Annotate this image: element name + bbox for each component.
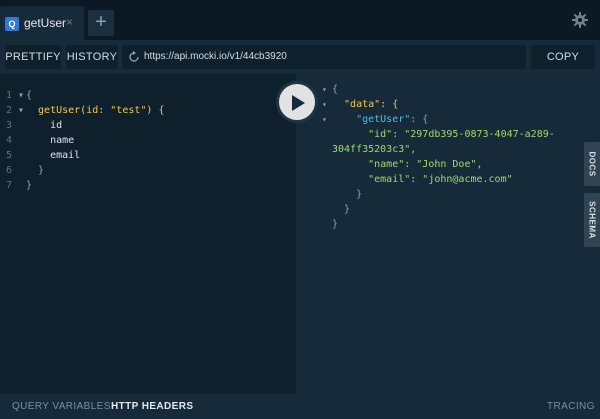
fold-arrow-icon[interactable]: ▾ — [12, 105, 24, 116]
history-button[interactable]: HISTORY — [66, 45, 118, 69]
docs-tab[interactable]: DOCS — [584, 142, 600, 186]
result-fold-gutter: ▾ ▾ ▾ — [322, 82, 327, 127]
query-text[interactable]: { getUser(id: "test") { id name email } … — [26, 88, 164, 193]
query-variables-tab[interactable]: QUERY VARIABLES — [12, 401, 111, 412]
result-line: "data": { — [332, 99, 399, 110]
footer-bar: QUERY VARIABLES HTTP HEADERS TRACING — [0, 394, 600, 419]
query-badge: Q — [5, 17, 19, 31]
code-line: } — [26, 180, 33, 191]
result-line: } — [332, 204, 351, 215]
gear-icon[interactable] — [572, 12, 588, 28]
close-icon[interactable]: × — [66, 15, 73, 29]
schema-tab[interactable]: SCHEMA — [584, 193, 600, 247]
endpoint-url-bar[interactable]: https://api.mocki.io/v1/44cb3920 — [122, 45, 526, 69]
result-line: "name": "John Doe", — [332, 159, 483, 170]
tracing-tab[interactable]: TRACING — [547, 401, 595, 412]
copy-curl-button[interactable]: COPY CURL — [531, 45, 595, 87]
result-line: "getUser": { — [332, 114, 429, 125]
toolbar: PRETTIFY HISTORY https://api.mocki.io/v1… — [0, 40, 600, 87]
line-numbers: 1 ▾ 2 ▾ 3 4 5 6 7 — [6, 88, 24, 193]
result-line: { — [332, 84, 339, 95]
docs-tab-label: DOCS — [587, 151, 597, 177]
tab-getuser[interactable]: Q getUser × — [0, 6, 84, 40]
play-icon — [292, 95, 305, 111]
add-tab-button[interactable]: + — [88, 10, 114, 36]
result-text: { "data": { "getUser": { "id": "297db395… — [332, 82, 555, 232]
tab-label: getUser — [24, 16, 67, 30]
fold-arrow-icon[interactable]: ▾ — [322, 85, 327, 94]
result-line: 304ff35203c3", — [332, 144, 417, 155]
fold-arrow-icon[interactable]: ▾ — [322, 100, 327, 109]
result-viewer: ▾ ▾ ▾ { "data": { "getUser": { "id": "29… — [296, 74, 600, 394]
query-editor[interactable]: 1 ▾ 2 ▾ 3 4 5 6 7 { getUser(id: "test") … — [0, 74, 296, 394]
result-line: } — [332, 189, 363, 200]
line-number: 6 — [6, 165, 13, 176]
endpoint-url[interactable]: https://api.mocki.io/v1/44cb3920 — [144, 45, 287, 69]
fold-arrow-icon[interactable]: ▾ — [12, 90, 24, 101]
code-line: email — [26, 150, 81, 161]
line-number: 4 — [6, 135, 13, 146]
http-headers-tab[interactable]: HTTP HEADERS — [111, 401, 193, 412]
code-line: id — [26, 120, 63, 131]
line-number: 5 — [6, 150, 13, 161]
line-number: 3 — [6, 120, 13, 131]
code-line: } — [26, 165, 45, 176]
code-line: { — [26, 90, 33, 101]
schema-tab-label: SCHEMA — [587, 201, 597, 239]
line-number: 7 — [6, 180, 13, 191]
refresh-icon[interactable] — [128, 51, 140, 63]
tab-bar: Q getUser × + — [0, 0, 600, 40]
result-line: "id": "297db395-0873-4047-a289- — [332, 129, 555, 140]
result-line: } — [332, 219, 339, 230]
fold-arrow-icon[interactable]: ▾ — [322, 115, 327, 124]
execute-query-button[interactable] — [276, 81, 318, 123]
code-line: getUser(id: "test") { — [26, 105, 165, 116]
prettify-button[interactable]: PRETTIFY — [5, 45, 61, 69]
code-line: name — [26, 135, 75, 146]
result-line: "email": "john@acme.com" — [332, 174, 513, 185]
